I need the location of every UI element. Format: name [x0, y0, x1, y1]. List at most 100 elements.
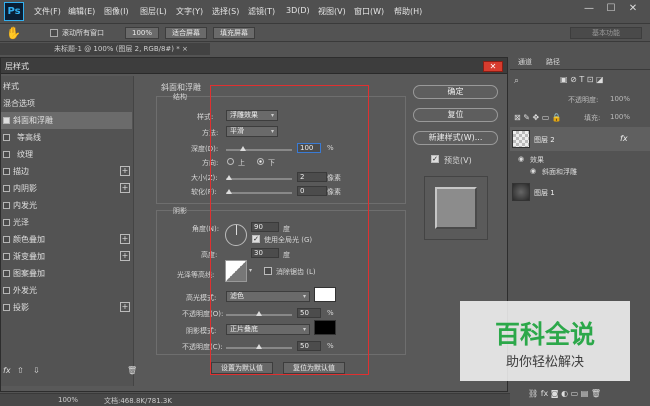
style-item[interactable]: 内阴影 +	[1, 180, 132, 197]
style-checkbox[interactable]	[3, 117, 10, 124]
style-item[interactable]: 斜面和浮雕	[1, 112, 132, 129]
style-checkbox[interactable]	[3, 270, 10, 277]
status-bar: 100% 文档:468.8K/781.3K	[0, 393, 510, 406]
menu-help[interactable]: 帮助(H)	[394, 6, 422, 17]
styles-list: 样式 混合选项斜面和浮雕等高线 纹理 描边 + 内阴影 + 内发光光泽颜色叠加 + 渐变叠加 + 图案…	[1, 76, 134, 386]
style-label: 投影	[13, 303, 29, 312]
style-checkbox[interactable]	[3, 151, 10, 158]
style-checkbox[interactable]	[3, 168, 10, 175]
style-label: 斜面和浮雕	[13, 116, 53, 125]
dialog-title: 层样式	[5, 62, 29, 71]
fill-value[interactable]: 100%	[610, 113, 630, 121]
app-logo: Ps	[4, 2, 24, 21]
style-item[interactable]: 描边 +	[1, 163, 132, 180]
tab-channels[interactable]: 通道	[518, 57, 532, 67]
layer-filter-icon[interactable]: ⌕	[514, 76, 519, 86]
preview-checkbox[interactable]: ✓	[431, 155, 439, 163]
style-label: 渐变叠加	[13, 252, 45, 261]
close-app-button[interactable]: ✕	[624, 2, 642, 16]
style-checkbox[interactable]	[3, 219, 10, 226]
options-bar: ✋ 滚动所有窗口	[0, 24, 650, 42]
opacity-value[interactable]: 100%	[610, 95, 630, 103]
style-checkbox[interactable]	[3, 304, 10, 311]
move-down-icon[interactable]: ⇩	[33, 366, 40, 375]
menu-edit[interactable]: 编辑(E)	[68, 6, 95, 17]
menu-view[interactable]: 视图(V)	[318, 6, 346, 17]
style-checkbox[interactable]	[3, 202, 10, 209]
reset-button[interactable]: 复位	[413, 108, 498, 122]
hand-tool-icon[interactable]: ✋	[6, 26, 21, 40]
add-effect-icon[interactable]: +	[120, 183, 130, 193]
add-effect-icon[interactable]: +	[120, 251, 130, 261]
fx-badge[interactable]: fx	[620, 134, 628, 143]
fx-icon[interactable]: fx	[3, 366, 11, 375]
style-checkbox[interactable]	[3, 134, 10, 141]
preview-box	[424, 176, 488, 240]
panel-bottom-icons[interactable]: ⛓ fx ◙ ◐ ▭ ▤ 🗑	[528, 389, 601, 398]
trash-icon[interactable]: 🗑	[127, 366, 137, 375]
filter-pixel-icon[interactable]: ▣ ⊘ T ⊡ ◪	[560, 75, 604, 84]
style-item[interactable]: 混合选项	[1, 95, 132, 112]
dialog-close-button[interactable]: ✕	[483, 61, 503, 72]
preview-swatch	[435, 187, 477, 229]
maximize-button[interactable]: ☐	[602, 2, 620, 16]
style-item[interactable]: 样式	[1, 78, 132, 95]
style-item[interactable]: 光泽	[1, 214, 132, 231]
style-item[interactable]: 等高线	[1, 129, 132, 146]
style-checkbox[interactable]	[3, 253, 10, 260]
layer-row[interactable]: 图层 1	[510, 180, 650, 204]
layer-row-active[interactable]: 图层 2 fx	[510, 127, 650, 151]
style-item[interactable]: 纹理	[1, 146, 132, 163]
style-label: 内发光	[13, 201, 37, 210]
watermark-subtitle: 助你轻松解决	[505, 355, 584, 370]
menu-file[interactable]: 文件(F)	[34, 6, 61, 17]
dialog-titlebar: 层样式 ✕	[1, 58, 507, 74]
workspace-select[interactable]: 基本功能	[570, 27, 642, 39]
menu-3d[interactable]: 3D(D)	[286, 6, 310, 15]
add-effect-icon[interactable]: +	[120, 234, 130, 244]
highlight-annotation-box	[210, 85, 369, 375]
fill-screen-button[interactable]: 填充屏幕	[213, 27, 255, 39]
fill-label: 填充:	[584, 114, 601, 122]
document-tab[interactable]: 未标题-1 @ 100% (图层 2, RGB/8#) * ×	[0, 43, 210, 55]
lock-icons[interactable]: ⊠ ✎ ✥ ▭ 🔒	[514, 113, 562, 122]
style-item[interactable]: 渐变叠加 +	[1, 248, 132, 265]
fit-screen-button[interactable]: 适合屏幕	[165, 27, 207, 39]
status-zoom[interactable]: 100%	[58, 396, 78, 404]
layer-style-dialog: 层样式 ✕ 样式 混合选项 斜面和浮雕 等高线 纹理 描边 + 内阴影 + 内发光 光泽 颜色叠加 + 渐…	[0, 57, 508, 392]
add-effect-icon[interactable]: +	[120, 302, 130, 312]
style-checkbox[interactable]	[3, 185, 10, 192]
add-effect-icon[interactable]: +	[120, 166, 130, 176]
zoom-100-button[interactable]: 100%	[125, 27, 159, 39]
status-doc-info: 文档:468.8K/781.3K	[104, 397, 172, 405]
layer-name[interactable]: 图层 2	[534, 135, 555, 145]
gloss-contour-label: 光泽等高线:	[177, 271, 215, 279]
ok-button[interactable]: 确定	[413, 85, 498, 99]
style-item[interactable]: 颜色叠加 +	[1, 231, 132, 248]
menu-filter[interactable]: 滤镜(T)	[248, 6, 275, 17]
move-up-icon[interactable]: ⇧	[17, 366, 24, 375]
style-item[interactable]: 投影 +	[1, 299, 132, 316]
menu-window[interactable]: 窗口(W)	[354, 6, 384, 17]
style-item[interactable]: 外发光	[1, 282, 132, 299]
style-item[interactable]: 图案叠加	[1, 265, 132, 282]
style-label: 光泽	[13, 218, 29, 227]
tab-paths[interactable]: 路径	[546, 57, 560, 67]
visibility-icon[interactable]: ◉	[530, 167, 536, 175]
style-checkbox[interactable]	[3, 236, 10, 243]
style-checkbox[interactable]	[3, 287, 10, 294]
menu-type[interactable]: 文字(Y)	[176, 6, 203, 17]
shading-title: 阴影	[173, 207, 187, 215]
menu-image[interactable]: 图像(I)	[104, 6, 129, 17]
opacity-label: 不透明度:	[568, 96, 599, 104]
menu-select[interactable]: 选择(S)	[212, 6, 239, 17]
minimize-button[interactable]: —	[580, 2, 598, 16]
new-style-button[interactable]: 新建样式(W)...	[413, 131, 498, 145]
visibility-icon[interactable]: ◉	[518, 155, 524, 163]
style-item[interactable]: 内发光	[1, 197, 132, 214]
menu-layer[interactable]: 图层(L)	[140, 6, 167, 17]
effects-label: 效果	[530, 156, 544, 164]
layer-name[interactable]: 图层 1	[534, 188, 555, 198]
layer-thumbnail	[512, 130, 530, 148]
scroll-all-checkbox[interactable]	[50, 29, 58, 37]
